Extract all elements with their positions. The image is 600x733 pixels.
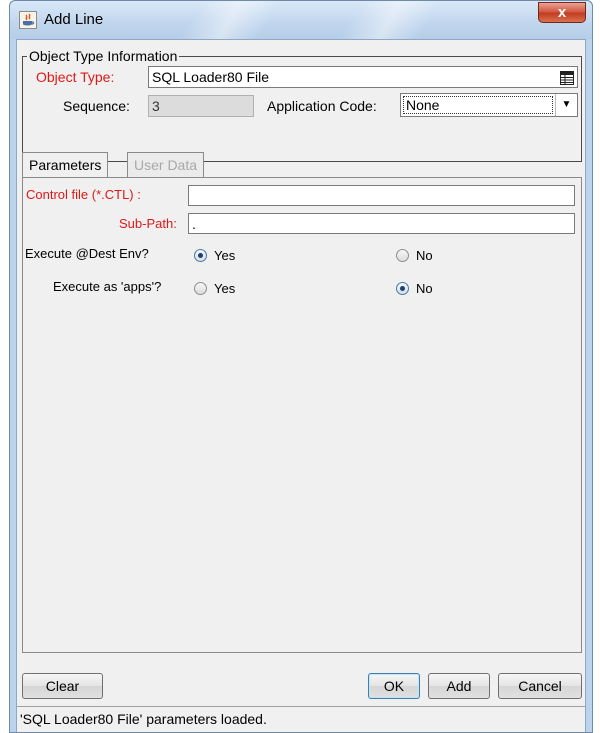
add-button-label: Add xyxy=(446,678,472,694)
title-bar-glass xyxy=(179,1,281,39)
ok-button[interactable]: OK xyxy=(368,673,420,699)
execute-as-apps-label: Execute as 'apps'? xyxy=(53,279,162,294)
cancel-button[interactable]: Cancel xyxy=(498,673,582,699)
cancel-button-label: Cancel xyxy=(518,678,562,694)
tab-parameters[interactable]: Parameters xyxy=(22,152,109,177)
add-button[interactable]: Add xyxy=(428,673,490,699)
tab-user-data-label: User Data xyxy=(134,157,198,173)
control-file-input[interactable] xyxy=(188,185,575,206)
window-title: Add Line xyxy=(44,11,104,28)
sequence-value: 3 xyxy=(152,98,160,114)
dialog-content: Object Type Information Object Type: SQL… xyxy=(16,39,586,732)
application-code-select[interactable]: None ▼ xyxy=(400,93,578,117)
close-button[interactable]: x xyxy=(538,2,586,23)
sub-path-value: . xyxy=(192,216,196,232)
title-bar-glass xyxy=(339,1,441,39)
title-bar[interactable]: Add Line xyxy=(10,1,592,39)
group-title: Object Type Information xyxy=(27,48,180,64)
tab-user-data[interactable]: User Data xyxy=(127,152,205,177)
radio-checked-icon xyxy=(396,282,409,295)
radio-unchecked-icon xyxy=(396,249,409,262)
sub-path-label: Sub-Path: xyxy=(119,216,177,231)
close-icon: x xyxy=(557,4,567,21)
tab-parameters-label: Parameters xyxy=(29,157,102,173)
radio-label: No xyxy=(416,281,433,296)
parameters-panel: Control file (*.CTL) : Sub-Path: . Execu… xyxy=(22,177,582,653)
java-app-icon xyxy=(19,11,37,29)
clear-button-label: Clear xyxy=(45,678,80,694)
lookup-list-icon[interactable] xyxy=(560,70,574,85)
object-type-field[interactable]: SQL Loader80 File xyxy=(148,66,578,88)
sequence-label: Sequence: xyxy=(63,98,130,114)
application-code-value: None xyxy=(403,96,553,114)
execute-dest-env-yes-radio[interactable]: Yes xyxy=(194,248,235,263)
object-type-value: SQL Loader80 File xyxy=(152,69,269,85)
radio-checked-icon xyxy=(194,249,207,262)
execute-as-apps-yes-radio[interactable]: Yes xyxy=(194,281,235,296)
clear-button[interactable]: Clear xyxy=(22,673,103,699)
radio-unchecked-icon xyxy=(194,282,207,295)
control-file-label: Control file (*.CTL) : xyxy=(26,187,141,202)
radio-label: Yes xyxy=(214,248,236,263)
execute-as-apps-no-radio[interactable]: No xyxy=(396,281,433,296)
object-type-label: Object Type: xyxy=(36,69,115,85)
execute-dest-env-no-radio[interactable]: No xyxy=(396,248,433,263)
sequence-field: 3 xyxy=(148,95,254,117)
application-code-label: Application Code: xyxy=(267,98,377,114)
execute-dest-env-label: Execute @Dest Env? xyxy=(25,246,149,261)
add-line-dialog: Add Line x Object Type Information Objec… xyxy=(9,0,593,733)
radio-label: No xyxy=(416,248,433,263)
ok-button-label: OK xyxy=(383,678,405,694)
status-message: 'SQL Loader80 File' parameters loaded. xyxy=(20,711,267,727)
chevron-down-icon[interactable]: ▼ xyxy=(555,94,577,116)
object-type-group: Object Type Information Object Type: SQL… xyxy=(22,48,582,162)
radio-label: Yes xyxy=(214,281,236,296)
status-bar: 'SQL Loader80 File' parameters loaded. xyxy=(17,706,585,732)
sub-path-input[interactable]: . xyxy=(188,213,575,234)
